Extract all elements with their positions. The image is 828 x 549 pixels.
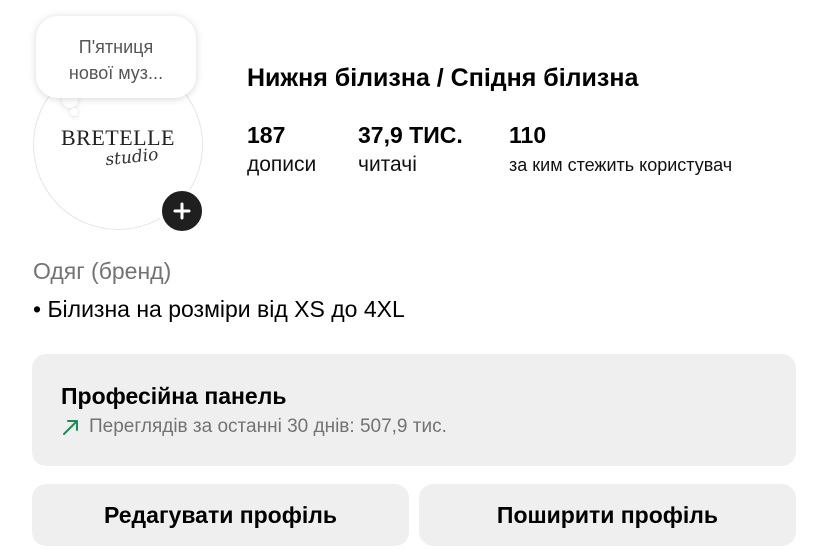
dashboard-stats-text: Переглядів за останні 30 днів: 507,9 тис… (89, 416, 447, 437)
edit-profile-label: Редагувати профіль (104, 501, 337, 528)
followers-count: 37,9 ТИС. (358, 122, 463, 148)
plus-icon (173, 202, 191, 220)
following-stat[interactable]: 110 за ким стежить користувач (509, 120, 732, 180)
professional-dashboard[interactable]: Професійна панель Переглядів за останні … (32, 354, 796, 466)
profile-category: Одяг (бренд) (33, 258, 172, 284)
profile-name: Нижня білизна / Спідня білизна (247, 64, 639, 92)
note-text-line1: П'ятниця (78, 37, 154, 57)
dashboard-stats: Переглядів за останні 30 днів: 507,9 тис… (61, 414, 767, 440)
profile-page: BRETELLE studio П'ятниця нової муз... Ни… (0, 0, 828, 549)
posts-label: дописи (247, 153, 317, 176)
share-profile-button[interactable]: Поширити профіль (419, 484, 796, 546)
edit-profile-button[interactable]: Редагувати профіль (32, 484, 409, 546)
brand-logo: BRETELLE studio (34, 127, 202, 171)
trend-up-arrow-icon (63, 420, 78, 435)
followers-stat[interactable]: 37,9 ТИС. читачі (358, 120, 463, 180)
share-profile-label: Поширити профіль (496, 501, 719, 528)
followers-label: читачі (358, 153, 417, 176)
note-bubble-tail-small (70, 108, 78, 116)
profile-bio: • Білизна на розміри від XS до 4XL (33, 296, 405, 322)
note-text-line2: нової муз... (68, 63, 164, 83)
posts-stat[interactable]: 187 дописи (247, 120, 316, 180)
add-story-button[interactable] (159, 188, 205, 234)
note-bubble[interactable]: П'ятниця нової муз... (36, 16, 196, 98)
posts-count: 187 (247, 122, 286, 148)
following-count: 110 (509, 122, 547, 148)
following-label: за ким стежить користувач (509, 155, 733, 175)
dashboard-title: Професійна панель (61, 383, 287, 409)
